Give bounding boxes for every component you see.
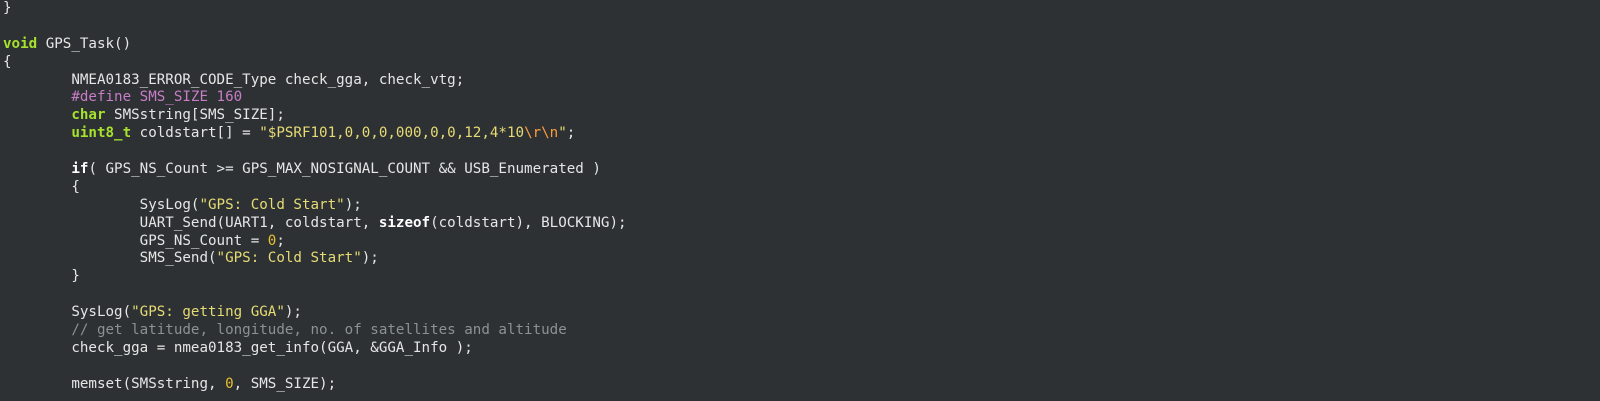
code-token: { [3, 53, 12, 70]
code-token: "GPS: Cold Start" [216, 250, 362, 267]
code-line[interactable] [0, 358, 1600, 376]
code-token: SysLog( [3, 196, 200, 213]
code-line[interactable]: // get latitude, longitude, no. of satel… [0, 322, 1600, 340]
code-line[interactable]: { [0, 179, 1600, 197]
code-token: \r\n [524, 125, 559, 142]
code-token: ); [361, 250, 379, 267]
code-token: "GPS: Cold Start" [199, 196, 345, 213]
code-line[interactable]: { [0, 54, 1600, 72]
code-token: uint8_t [71, 125, 132, 142]
code-line[interactable]: if( GPS_NS_Count >= GPS_MAX_NOSIGNAL_COU… [0, 161, 1600, 179]
code-line[interactable]: SysLog("GPS: Cold Start"); [0, 197, 1600, 215]
code-token: // get latitude, longitude, no. of satel… [3, 322, 567, 339]
code-token: 0 [225, 375, 234, 392]
code-line[interactable] [0, 143, 1600, 161]
code-token: coldstart[] = [131, 125, 260, 142]
code-token: ( GPS_NS_Count >= GPS_MAX_NOSIGNAL_COUNT… [88, 161, 601, 178]
code-token: } [3, 268, 80, 285]
code-token: (coldstart), BLOCKING); [430, 214, 627, 231]
code-token: UART_Send(UART1, coldstart, [3, 214, 379, 231]
code-token: SMS_Send( [3, 250, 217, 267]
code-token: ); [284, 304, 302, 321]
code-token: SysLog( [3, 304, 132, 321]
code-token: GPS_Task() [37, 35, 132, 52]
code-token: " [558, 125, 567, 142]
code-line[interactable]: uint8_t coldstart[] = "$PSRF101,0,0,0,00… [0, 125, 1600, 143]
code-token: void [3, 35, 38, 52]
code-token: ); [344, 196, 362, 213]
code-token: ; [276, 232, 285, 249]
code-line[interactable]: } [0, 268, 1600, 286]
code-line[interactable]: SysLog("GPS: getting GGA"); [0, 304, 1600, 322]
code-line[interactable]: GPS_NS_Count = 0; [0, 233, 1600, 251]
code-token: NMEA0183_ERROR_CODE_Type check_gga, chec… [3, 71, 465, 88]
code-line[interactable] [0, 18, 1600, 36]
code-line[interactable]: check_gga = nmea0183_get_info(GGA, &GGA_… [0, 340, 1600, 358]
code-line[interactable]: char SMSstring[SMS_SIZE]; [0, 107, 1600, 125]
code-token: #define SMS_SIZE 160 [71, 89, 243, 106]
code-token: "$PSRF101,0,0,0,000,0,0,12,4*10 [259, 125, 525, 142]
code-token: , SMS_SIZE); [233, 375, 337, 392]
code-token: memset(SMSstring, [3, 375, 226, 392]
code-token: sizeof [378, 214, 431, 231]
code-line[interactable]: NMEA0183_ERROR_CODE_Type check_gga, chec… [0, 72, 1600, 90]
code-line[interactable]: void GPS_Task() [0, 36, 1600, 54]
code-line[interactable]: memset(SMSstring, 0, SMS_SIZE); [0, 376, 1600, 394]
code-line[interactable]: #define SMS_SIZE 160 [0, 89, 1600, 107]
code-line[interactable] [0, 286, 1600, 304]
code-line[interactable]: SMS_Send("GPS: Cold Start"); [0, 250, 1600, 268]
code-token: ; [566, 125, 576, 142]
code-token: char [71, 107, 106, 124]
code-line[interactable]: } [0, 0, 1600, 18]
code-token: "GPS: getting GGA" [131, 304, 285, 321]
code-token: } [3, 0, 12, 16]
code-token: GPS_NS_Count = [3, 232, 268, 249]
code-token: { [3, 178, 80, 195]
code-token: SMSstring[SMS_SIZE]; [105, 107, 285, 124]
code-token: if [71, 161, 89, 178]
code-editor[interactable]: } void GPS_Task(){ NMEA0183_ERROR_CODE_T… [0, 0, 1600, 401]
code-line[interactable]: UART_Send(UART1, coldstart, sizeof(colds… [0, 215, 1600, 233]
code-token: check_gga = nmea0183_get_info(GGA, &GGA_… [3, 339, 473, 356]
